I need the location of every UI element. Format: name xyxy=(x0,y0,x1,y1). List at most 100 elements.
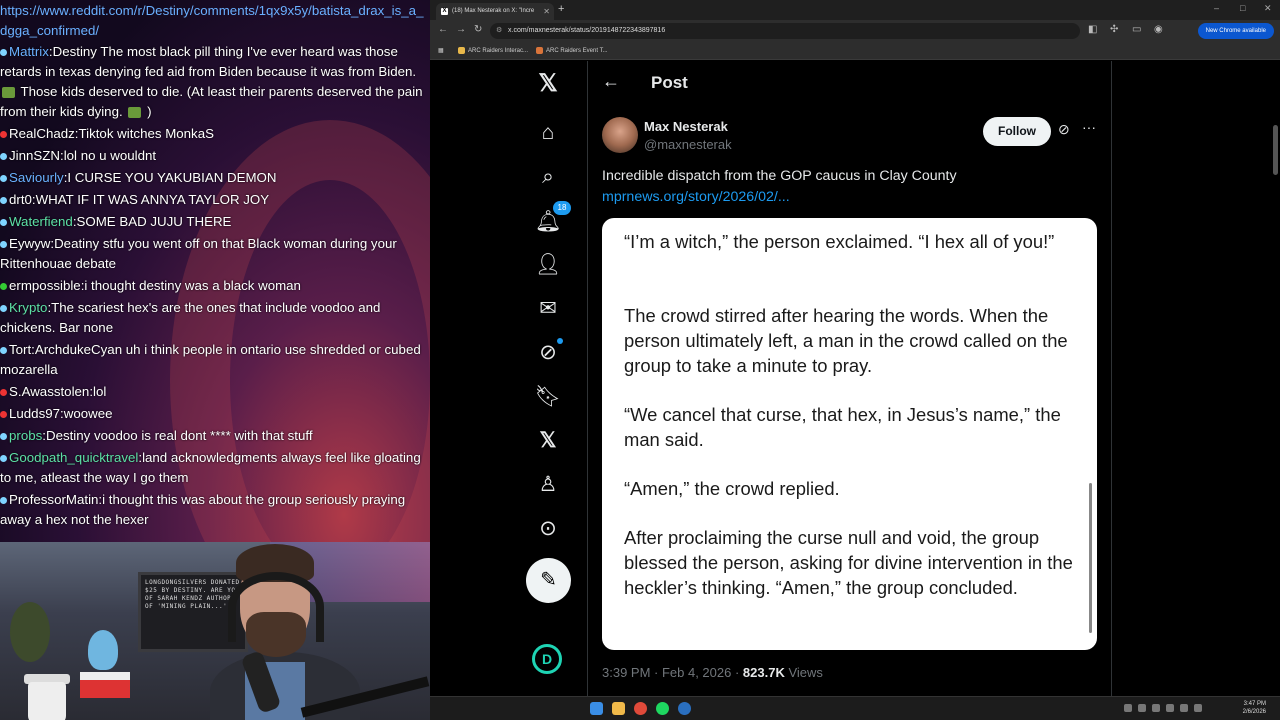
chat-link[interactable]: https://www.reddit.com/r/Destiny/comment… xyxy=(0,0,430,41)
premium-icon[interactable]: 𝕏 xyxy=(533,426,563,456)
address-bar[interactable]: ⚙ x.com/maxnesterak/status/2019148722343… xyxy=(490,23,1080,39)
tray-icon[interactable] xyxy=(1180,704,1188,712)
tab-title: (18) Max Nesterak on X: "Incre xyxy=(452,8,535,14)
apps-icon[interactable]: ▦ xyxy=(438,45,444,57)
chat-username[interactable]: Waterfiend xyxy=(9,214,73,229)
puzzle-icon[interactable]: ✣ xyxy=(1110,24,1118,35)
close-window-icon[interactable]: ✕ xyxy=(1264,3,1272,14)
user-badge-icon xyxy=(0,240,7,248)
new-tab-icon[interactable]: + xyxy=(558,3,564,15)
tray-icon[interactable] xyxy=(1138,704,1146,712)
chat-message-list: Mattrix:Destiny The most black pill thin… xyxy=(0,41,430,531)
post-column: ← Post Max Nesterak @maxnesterak Follow … xyxy=(587,61,1112,696)
profile-icon[interactable]: ♙ xyxy=(533,470,563,500)
tweet-text: Incredible dispatch from the GOP caucus … xyxy=(602,168,957,184)
chat-text: Destiny The most black pill thing I've e… xyxy=(0,44,423,119)
tweet-timestamp[interactable]: 3:39 PM · Feb 4, 2026 · xyxy=(602,665,743,680)
chat-message: probs:Destiny voodoo is real dont **** w… xyxy=(0,425,430,447)
image-scrollbar[interactable] xyxy=(1089,483,1092,633)
tweet-link[interactable]: mprnews.org/story/2026/02/... xyxy=(602,187,790,208)
chat-username[interactable]: S.Awasstolen xyxy=(9,384,89,399)
chat-message: Krypto:The scariest hex's are the ones t… xyxy=(0,297,430,339)
follow-button[interactable]: Follow xyxy=(983,117,1051,146)
file-explorer-icon[interactable] xyxy=(612,702,625,715)
author-handle[interactable]: @maxnesterak xyxy=(644,137,732,152)
back-icon[interactable]: ← xyxy=(438,24,448,35)
chat-username[interactable]: ermpossible xyxy=(9,278,81,293)
quoted-image-card[interactable]: “I’m a witch,” the person exclaimed. “I … xyxy=(602,218,1097,650)
chat-username[interactable]: JinnSZN xyxy=(9,148,60,163)
chat-message: Eywyw:Deatiny stfu you went off on that … xyxy=(0,233,430,275)
steam-icon[interactable] xyxy=(678,702,691,715)
close-tab-icon[interactable]: ✕ xyxy=(543,3,550,20)
chat-username[interactable]: drt0 xyxy=(9,192,32,207)
chat-message: Tort:ArchdukeCyan uh i think people in o… xyxy=(0,339,430,381)
spotify-icon[interactable] xyxy=(656,702,669,715)
chat-message: Goodpath_quicktravel:land acknowledgment… xyxy=(0,447,430,489)
author-name[interactable]: Max Nesterak xyxy=(644,119,728,134)
chrome-icon[interactable] xyxy=(634,702,647,715)
page-title: Post xyxy=(651,73,688,92)
chat-username[interactable]: Mattrix xyxy=(9,44,49,59)
notifications-icon[interactable]: 🔔︎ 18 xyxy=(533,201,571,237)
avatar[interactable] xyxy=(602,117,638,153)
chat-username[interactable]: Ludds97 xyxy=(9,406,60,421)
tray-icon[interactable] xyxy=(1166,704,1174,712)
tab-bar: X (18) Max Nesterak on X: "Incre ✕ + – □… xyxy=(430,0,1280,20)
bookmark-item[interactable]: ARC Raiders Event T... xyxy=(536,45,608,57)
chat-username[interactable]: Tort xyxy=(9,342,31,357)
browser-tab[interactable]: X (18) Max Nesterak on X: "Incre ✕ xyxy=(436,3,554,20)
chat-username[interactable]: Krypto xyxy=(9,300,47,315)
x-page: 𝕏 ⌂ ⌕ 🔔︎ 18 👤︎ ✉ ⊘ 🔖︎ 𝕏 ♙ ⊙ ✎ D ← Post Ma… xyxy=(430,61,1280,696)
forward-icon[interactable]: → xyxy=(456,24,466,35)
chat-message: Mattrix:Destiny The most black pill thin… xyxy=(0,41,430,123)
follow-icon[interactable]: 👤︎ xyxy=(533,250,563,280)
chat-message: Waterfiend:SOME BAD JUJU THERE xyxy=(0,211,430,233)
grok-icon[interactable]: ⊘ xyxy=(533,338,563,368)
chat-username[interactable]: RealChadz xyxy=(9,126,75,141)
chat-username[interactable]: Saviourly xyxy=(9,170,64,185)
bookmarks-icon[interactable]: 🔖︎ xyxy=(533,382,563,412)
quote-paragraph: “Amen,” the crowd replied. xyxy=(624,478,840,499)
chrome-update-button[interactable]: New Chrome available xyxy=(1197,23,1274,39)
more-icon[interactable]: ⊙ xyxy=(533,514,563,544)
url-text: x.com/maxnesterak/status/201914872234389… xyxy=(508,27,666,34)
search-icon[interactable]: ⌕ xyxy=(533,162,563,192)
chat-username[interactable]: probs xyxy=(9,428,42,443)
user-badge-icon xyxy=(0,388,7,396)
emote-icon xyxy=(2,86,15,98)
user-badge-icon xyxy=(0,346,7,354)
compose-post-button[interactable]: ✎ xyxy=(526,558,571,603)
emote-icon xyxy=(128,106,142,118)
bookmark-item[interactable]: ARC Raiders Interac... xyxy=(458,45,528,57)
sidepanel-icon[interactable]: ▭ xyxy=(1132,24,1141,35)
profile-icon[interactable]: ◉ xyxy=(1154,24,1163,35)
tray-icon[interactable] xyxy=(1194,704,1202,712)
chat-username[interactable]: ProfessorMatin xyxy=(9,492,98,507)
x-logo-icon[interactable]: 𝕏 xyxy=(533,69,563,99)
chat-username[interactable]: Goodpath_quicktravel xyxy=(9,450,138,465)
user-badge-icon xyxy=(0,304,7,312)
extension-icon[interactable]: ◧ xyxy=(1088,24,1097,35)
page-scrollbar[interactable] xyxy=(1273,125,1278,175)
tray-icon[interactable] xyxy=(1152,704,1160,712)
minimize-icon[interactable]: – xyxy=(1214,3,1219,13)
maximize-icon[interactable]: □ xyxy=(1240,3,1245,13)
clock-date: 2/6/2026 xyxy=(1242,709,1266,715)
tray-icon[interactable] xyxy=(1124,704,1132,712)
chat-message: JinnSZN:lol no u wouldnt xyxy=(0,145,430,167)
chat-text: lol xyxy=(93,384,107,399)
messages-icon[interactable]: ✉ xyxy=(533,294,563,324)
back-arrow-icon[interactable]: ← xyxy=(602,71,620,92)
quote-paragraph: After proclaiming the curse null and voi… xyxy=(624,527,1073,598)
windows-start-icon[interactable] xyxy=(590,702,603,715)
grok-explain-icon[interactable]: ⊘ xyxy=(1058,121,1070,138)
system-clock[interactable]: 3:47 PM 2/6/2026 xyxy=(1243,700,1266,716)
more-options-icon[interactable]: ··· xyxy=(1082,119,1096,135)
site-info-icon[interactable]: ⚙ xyxy=(496,23,502,39)
chat-username[interactable]: Eywyw xyxy=(9,236,50,251)
extension-logo-icon[interactable]: D xyxy=(532,644,562,674)
user-badge-icon xyxy=(0,130,7,138)
home-icon[interactable]: ⌂ xyxy=(533,118,563,148)
reload-icon[interactable]: ↻ xyxy=(474,24,482,35)
